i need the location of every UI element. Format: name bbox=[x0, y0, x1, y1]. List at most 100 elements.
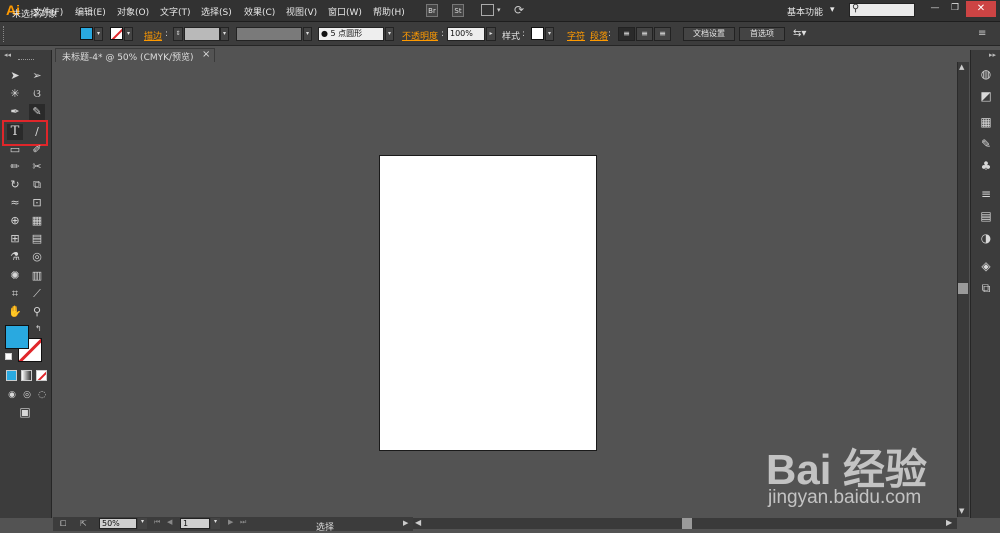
align-right-button[interactable]: ≡ bbox=[654, 27, 671, 41]
opacity-field[interactable]: 100% bbox=[447, 27, 485, 41]
scroll-left-icon[interactable]: ◀ bbox=[415, 518, 421, 527]
paintbrush-tool-icon[interactable]: ✐ bbox=[29, 142, 45, 158]
hand-tool-icon[interactable]: ✋ bbox=[7, 304, 23, 320]
width-tool-icon[interactable]: ≈ bbox=[7, 195, 23, 211]
gradient-mode-icon[interactable] bbox=[21, 370, 32, 381]
fill-color-front[interactable] bbox=[5, 325, 29, 349]
stroke-weight-dropdown[interactable]: ▾ bbox=[220, 27, 229, 41]
swap-colors-icon[interactable]: ↰ bbox=[35, 324, 42, 333]
column-graph-tool-icon[interactable]: ▥ bbox=[29, 268, 45, 284]
zoom-tool-icon[interactable]: ⚲ bbox=[29, 304, 45, 320]
draw-normal-icon[interactable]: ◉ bbox=[4, 387, 20, 403]
scale-tool-icon[interactable]: ⧉ bbox=[29, 177, 45, 193]
first-artboard-icon[interactable]: ⏮ bbox=[154, 518, 160, 527]
chevron-down-icon[interactable]: ▾ bbox=[497, 6, 501, 14]
stock-button[interactable]: St bbox=[452, 4, 464, 17]
variable-width-profile[interactable] bbox=[236, 27, 302, 41]
zoom-dropdown[interactable]: ▾ bbox=[138, 518, 147, 529]
mesh-tool-icon[interactable]: ⊞ bbox=[7, 231, 23, 247]
paragraph-link[interactable]: 段落 bbox=[590, 29, 608, 42]
fill-swatch[interactable] bbox=[80, 27, 93, 40]
expand-panels-icon[interactable]: ▸▸ bbox=[989, 51, 996, 59]
line-segment-tool-icon[interactable]: ∕ bbox=[29, 124, 45, 140]
fill-dropdown[interactable]: ▾ bbox=[94, 27, 103, 41]
menu-select[interactable]: 选择(S) bbox=[201, 5, 232, 18]
minimize-button[interactable]: — bbox=[926, 3, 944, 16]
zoom-field[interactable]: 50% bbox=[99, 518, 137, 529]
draw-inside-icon[interactable]: ◌ bbox=[34, 387, 50, 403]
brushes-panel-icon[interactable]: ✎ bbox=[978, 136, 994, 152]
pencil-tool-icon[interactable]: ✏ bbox=[7, 159, 23, 175]
collapse-tools-icon[interactable]: ◂◂ bbox=[4, 51, 11, 59]
graphic-style-swatch[interactable] bbox=[531, 27, 544, 40]
rectangle-tool-icon[interactable]: ▭ bbox=[7, 142, 23, 158]
stroke-dropdown[interactable]: ▾ bbox=[124, 27, 133, 41]
rotate-tool-icon[interactable]: ↻ bbox=[7, 177, 23, 193]
character-link[interactable]: 字符 bbox=[567, 29, 585, 42]
tools-grip[interactable] bbox=[18, 59, 34, 61]
stroke-panel-icon[interactable]: ≡ bbox=[978, 186, 994, 202]
swatches-panel-icon[interactable]: ▦ bbox=[978, 114, 994, 130]
stroke-weight-field[interactable] bbox=[184, 27, 220, 41]
magic-wand-tool-icon[interactable]: ✳ bbox=[7, 86, 23, 102]
perspective-grid-tool-icon[interactable]: ▦ bbox=[29, 213, 45, 229]
symbols-panel-icon[interactable]: ♣ bbox=[978, 158, 994, 174]
shape-builder-tool-icon[interactable]: ⊕ bbox=[7, 213, 23, 229]
draw-behind-icon[interactable]: ◎ bbox=[19, 387, 35, 403]
direct-selection-tool-icon[interactable]: ➢ bbox=[29, 68, 45, 84]
close-button[interactable]: ✕ bbox=[966, 1, 996, 17]
artboard-tool-icon[interactable]: ⌗ bbox=[7, 286, 23, 302]
arrange-icon[interactable]: ⇆▾ bbox=[793, 28, 806, 39]
control-bar-grip[interactable] bbox=[3, 26, 6, 42]
document-tab[interactable]: 未标题-4* @ 50% (CMYK/预览) × bbox=[55, 48, 215, 63]
symbol-sprayer-tool-icon[interactable]: ✺ bbox=[7, 268, 23, 284]
panel-menu-icon[interactable]: ≡ bbox=[978, 28, 986, 39]
menu-window[interactable]: 窗口(W) bbox=[328, 5, 362, 18]
stroke-label[interactable]: 描边 bbox=[144, 29, 162, 42]
menu-effect[interactable]: 效果(C) bbox=[244, 5, 275, 18]
artboard[interactable] bbox=[379, 155, 597, 451]
workspace-switcher[interactable]: 基本功能 bbox=[787, 5, 823, 18]
brush-dropdown[interactable]: ▾ bbox=[385, 27, 394, 41]
gradient-tool-icon[interactable]: ▤ bbox=[29, 231, 45, 247]
selection-tool-icon[interactable]: ➤ bbox=[7, 68, 23, 84]
transparency-panel-icon[interactable]: ◑ bbox=[978, 230, 994, 246]
workspace-arrow-icon[interactable]: ▾ bbox=[830, 5, 835, 15]
menu-help[interactable]: 帮助(H) bbox=[373, 5, 405, 18]
style-dropdown[interactable]: ▾ bbox=[545, 27, 554, 41]
slice-tool-icon[interactable]: ⟋ bbox=[29, 286, 45, 302]
pen-tool-icon[interactable]: ✒ bbox=[7, 104, 23, 120]
type-tool-icon[interactable]: T bbox=[7, 124, 23, 140]
opacity-arrow-icon[interactable]: ▸ bbox=[486, 27, 496, 41]
align-center-button[interactable]: ≡ bbox=[636, 27, 653, 41]
none-mode-icon[interactable] bbox=[36, 370, 47, 381]
document-tab-close[interactable]: × bbox=[202, 49, 210, 60]
color-mode-icon[interactable] bbox=[6, 370, 17, 381]
vertical-scroll-thumb[interactable] bbox=[958, 283, 968, 294]
stroke-stepper[interactable]: ⇕ bbox=[173, 27, 183, 41]
artboard-navigation-icon[interactable]: ⧠ bbox=[60, 519, 66, 529]
horizontal-scroll-thumb[interactable] bbox=[682, 518, 692, 529]
default-colors-icon[interactable] bbox=[5, 353, 12, 360]
eyedropper-tool-icon[interactable]: ⚗ bbox=[7, 249, 23, 265]
color-guide-icon[interactable]: ◩ bbox=[978, 88, 994, 104]
share-icon[interactable]: ⇱ bbox=[80, 519, 87, 528]
next-artboard-icon[interactable]: ▶ bbox=[228, 518, 233, 526]
color-panel-icon[interactable]: ◍ bbox=[978, 66, 994, 82]
menu-type[interactable]: 文字(T) bbox=[160, 5, 191, 18]
menu-view[interactable]: 视图(V) bbox=[286, 5, 317, 18]
gradient-panel-icon[interactable]: ▤ bbox=[978, 208, 994, 224]
bridge-button[interactable]: Br bbox=[426, 4, 438, 17]
stroke-swatch[interactable] bbox=[110, 27, 123, 40]
last-artboard-icon[interactable]: ⏭ bbox=[240, 518, 246, 527]
free-transform-tool-icon[interactable]: ⊡ bbox=[29, 195, 45, 211]
arrange-documents-icon[interactable] bbox=[481, 4, 494, 16]
scissors-tool-icon[interactable]: ✂ bbox=[29, 159, 45, 175]
screen-mode-icon[interactable]: ▣ bbox=[17, 404, 33, 420]
artboards-panel-icon[interactable]: ⧉ bbox=[978, 280, 994, 296]
preferences-button[interactable]: 首选项 bbox=[739, 27, 785, 41]
lasso-tool-icon[interactable]: ଓ bbox=[29, 86, 45, 102]
opacity-label[interactable]: 不透明度 bbox=[402, 29, 438, 42]
status-menu-icon[interactable]: ▶ bbox=[403, 519, 408, 527]
restore-button[interactable]: ❐ bbox=[946, 3, 964, 16]
